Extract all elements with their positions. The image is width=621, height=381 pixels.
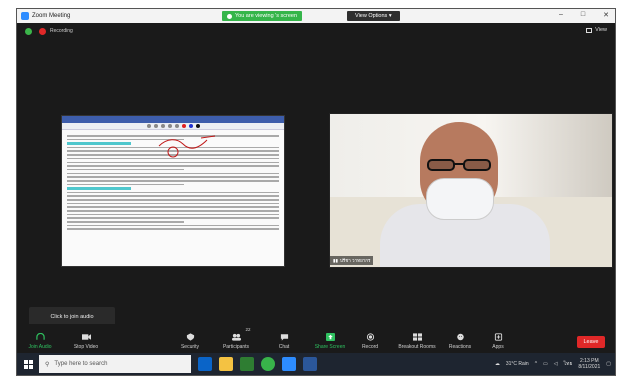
text-tool-icon: [174, 124, 179, 128]
record-label: Record: [361, 344, 379, 350]
black-color-swatch: [195, 124, 200, 128]
shape-tool-icon: [167, 124, 172, 128]
glasses: [427, 159, 491, 171]
clock[interactable]: 2:13 PM 8/11/2021: [578, 358, 600, 371]
stop-video-label: Stop Video: [73, 344, 99, 350]
blue-color-swatch: [188, 124, 193, 128]
close-button[interactable]: ✕: [603, 11, 609, 19]
handwritten-annotation: [158, 135, 216, 158]
clock-date: 8/11/2021: [578, 364, 601, 370]
participant-name-tag: ▮▮ ปรีชา วาทยากร: [330, 256, 374, 265]
screen-share-banner: You are viewing 's screen: [222, 11, 303, 21]
windows-taskbar: ⚲ Type here to search ☁ 31°C Rain ^ ▭ ◁ …: [17, 353, 615, 375]
search-icon: ⚲: [45, 361, 50, 368]
taskbar-search-box[interactable]: ⚲ Type here to search: [39, 355, 191, 373]
word-app-icon[interactable]: [303, 357, 317, 371]
view-button[interactable]: View: [586, 27, 607, 33]
window-controls: – □ ✕: [559, 11, 609, 19]
window-title: Zoom Meeting: [32, 13, 71, 19]
shield-icon: [186, 333, 194, 341]
grid-view-icon: [586, 27, 593, 33]
participant-name: ปรีชา วาทยากร: [339, 258, 371, 263]
eraser-tool-icon: [160, 124, 165, 128]
smiley-icon: [456, 333, 464, 341]
chat-label: Chat: [278, 344, 290, 350]
recording-label: Recording: [50, 28, 73, 34]
record-icon: [366, 333, 374, 341]
excel-app-icon[interactable]: [240, 357, 254, 371]
document-title-bar: [62, 116, 284, 123]
chat-icon: [280, 334, 288, 341]
join-audio-label: Join Audio: [28, 344, 52, 350]
tooltip-text: Click to join audio: [50, 314, 94, 320]
edge-app-icon[interactable]: [198, 357, 212, 371]
chevron-down-icon: ▾: [388, 13, 392, 19]
share-status-icon: [227, 13, 232, 19]
recording-icon: [39, 27, 46, 35]
maximize-button[interactable]: □: [581, 11, 585, 19]
headphones-icon: [35, 333, 45, 340]
participant-video[interactable]: ▮▮ ปรีชา วาทยากร: [329, 113, 613, 268]
apps-button[interactable]: Apps: [475, 333, 521, 350]
file-explorer-icon[interactable]: [219, 357, 233, 371]
start-button[interactable]: [17, 353, 39, 375]
stop-video-button[interactable]: Stop Video: [63, 333, 109, 350]
participants-icon: [231, 333, 241, 341]
apps-label: Apps: [492, 344, 504, 350]
title-bar: Zoom Meeting You are viewing 's screen V…: [17, 9, 615, 23]
red-color-swatch: [181, 124, 186, 128]
language-indicator[interactable]: ไทย: [564, 360, 573, 368]
meeting-top-bar: Recording View: [17, 23, 615, 39]
reactions-label: Reactions: [448, 344, 472, 350]
highlighter-tool-icon: [153, 124, 158, 128]
annotation-toolbar: [62, 123, 284, 130]
join-audio-button[interactable]: Join Audio: [17, 333, 63, 350]
chat-button[interactable]: Chat: [261, 333, 307, 350]
zoom-window: Zoom Meeting You are viewing 's screen V…: [16, 8, 616, 376]
participants-count-badge: 22: [241, 327, 255, 332]
breakout-rooms-label: Breakout Rooms: [398, 344, 436, 350]
breakout-rooms-icon: [412, 333, 422, 341]
zoom-taskbar-icon[interactable]: [282, 357, 296, 371]
security-label: Security: [180, 344, 200, 350]
participants-count: 22: [245, 327, 251, 332]
line-app-icon[interactable]: [261, 357, 275, 371]
weather-icon: ☁: [494, 361, 500, 367]
view-options-label: View Options: [355, 13, 388, 19]
view-label: View: [595, 27, 607, 33]
pen-tool-icon: [146, 124, 151, 128]
video-camera-icon: [81, 334, 91, 340]
notification-icon[interactable]: ▢: [606, 361, 611, 367]
system-tray: ☁ 31°C Rain ^ ▭ ◁ ไทย 2:13 PM 8/11/2021 …: [495, 353, 611, 375]
windows-logo-icon: [23, 359, 33, 369]
record-button[interactable]: Record: [347, 333, 393, 350]
share-banner-suffix: 's screen: [275, 13, 298, 19]
participants-label: Participants: [222, 344, 250, 350]
volume-icon[interactable]: ◁: [554, 361, 558, 367]
signal-strength-icon: ▮▮: [333, 257, 338, 263]
minimize-button[interactable]: –: [559, 11, 563, 19]
participants-button[interactable]: Participants: [213, 333, 259, 350]
share-screen-label: Share Screen: [314, 344, 346, 350]
encryption-shield-icon[interactable]: [25, 27, 32, 35]
chevron-up-icon[interactable]: ^: [535, 361, 537, 367]
apps-icon: [494, 333, 502, 341]
network-icon[interactable]: ▭: [543, 361, 548, 367]
meeting-toolbar: Join Audio Stop Video Security Participa…: [17, 324, 615, 352]
view-options-button[interactable]: View Options ▾: [347, 11, 400, 21]
security-button[interactable]: Security: [167, 333, 213, 350]
weather-text[interactable]: 31°C Rain: [506, 361, 529, 367]
search-placeholder: Type here to search: [54, 361, 108, 367]
zoom-app-icon: [21, 12, 29, 20]
share-screen-icon: [325, 333, 335, 341]
shared-screen-document: [61, 115, 285, 267]
share-banner-text: You are viewing: [235, 13, 274, 19]
leave-label: Leave: [583, 339, 599, 345]
leave-button[interactable]: Leave: [577, 336, 605, 348]
